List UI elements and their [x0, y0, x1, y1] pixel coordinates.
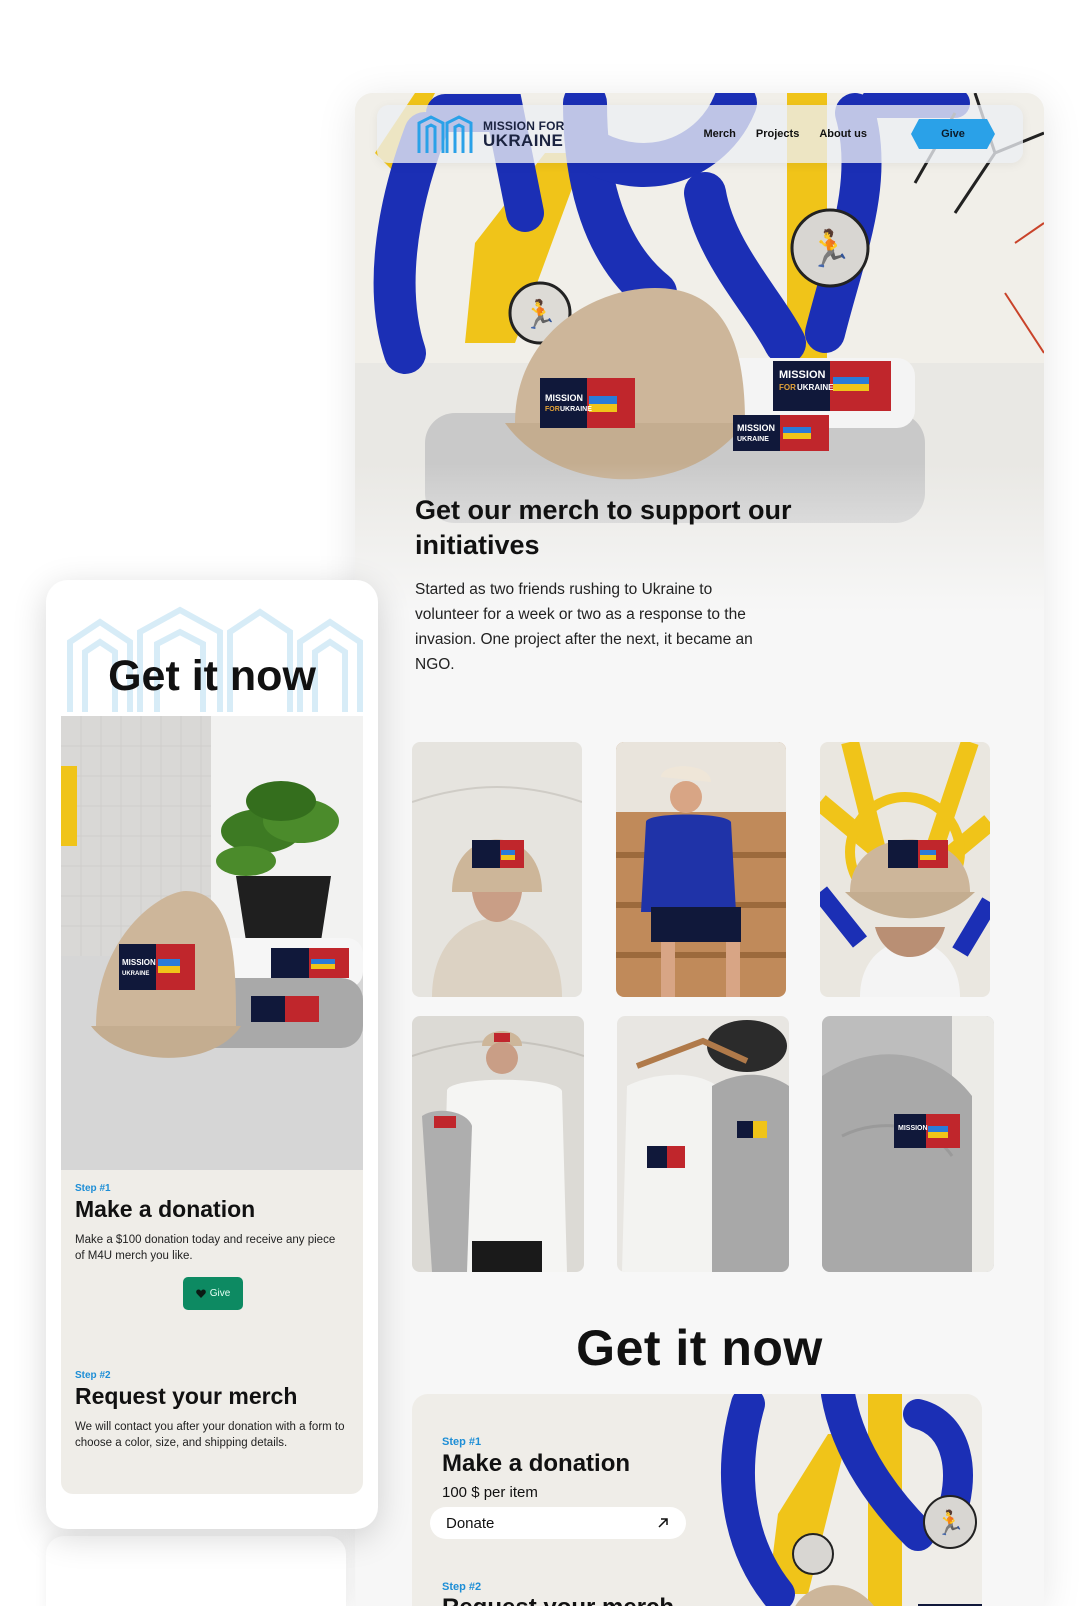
desktop-page: 🏃 🏃 MISSION FOR UKRAINE MISSION FOR UKRA… [355, 93, 1044, 1606]
nav-link-projects[interactable]: Projects [756, 128, 799, 140]
svg-text:UKRAINE: UKRAINE [797, 383, 834, 392]
nav-link-merch[interactable]: Merch [704, 128, 736, 140]
mobile-step1-label: Step #1 [75, 1183, 111, 1194]
step2-title: Request your merch [442, 1594, 674, 1606]
svg-text:MISSION: MISSION [737, 423, 775, 433]
svg-text:🏃: 🏃 [808, 228, 853, 270]
step1-label: Step #1 [442, 1436, 482, 1448]
logo-text-line1: MISSION FOR [483, 118, 565, 133]
gallery-photo-sleeve-patch[interactable]: MISSION [822, 1016, 994, 1272]
merch-gallery: MISSION [412, 742, 994, 1272]
mobile-next-section [46, 1536, 346, 1606]
step2-label: Step #2 [442, 1581, 482, 1593]
hero-description: Started as two friends rushing to Ukrain… [415, 581, 753, 673]
brand-logo[interactable]: MISSION FOR UKRAINE [415, 113, 565, 155]
mobile-step1-title: Make a donation [75, 1196, 256, 1222]
mobile-steps-card: Step #1 Make a donation Make a $100 dona… [61, 1170, 363, 1494]
mobile-get-it-now-heading: Get it now [108, 652, 316, 700]
nav-give-button[interactable]: Give [911, 119, 995, 149]
svg-text:MISSION: MISSION [898, 1125, 928, 1132]
steps-card-image: 🏃 [718, 1394, 982, 1606]
gallery-photo-cap-above[interactable] [820, 742, 990, 997]
donation-steps-card: Step #1 Make a donation 100 $ per item D… [412, 1394, 982, 1606]
svg-text:UKRAINE: UKRAINE [560, 406, 592, 413]
mobile-give-button[interactable]: Give [183, 1277, 243, 1310]
gallery-photo-man-back[interactable] [412, 1016, 584, 1272]
svg-text:MISSION: MISSION [545, 393, 583, 403]
gallery-photo-cap-back[interactable] [412, 742, 582, 997]
mobile-step1-description: Make a $100 donation today and receive a… [75, 1234, 336, 1262]
mission-for-ukraine-logo-icon [417, 115, 473, 153]
mobile-step2-title: Request your merch [75, 1383, 298, 1409]
donate-button-label: Donate [446, 1514, 495, 1532]
mobile-merch-photo: MISSION UKRAINE [61, 716, 363, 1170]
svg-text:MISSION: MISSION [122, 958, 156, 967]
arrow-up-right-icon [658, 1518, 668, 1528]
mobile-page: Get it now MISSION UKRAINE Step #1 Make … [46, 580, 378, 1529]
step1-title: Make a donation [442, 1450, 631, 1477]
mobile-step2-label: Step #2 [75, 1370, 111, 1381]
step1-price: 100 $ per item [442, 1484, 538, 1501]
mobile-give-button-label: Give [209, 1288, 231, 1299]
logo-text-line2: UKRAINE [483, 130, 564, 150]
heart-icon [195, 1289, 206, 1298]
mobile-step2-description: We will contact you after your donation … [75, 1421, 345, 1449]
svg-text:🏃: 🏃 [935, 1509, 965, 1537]
hero-title: Get our merch to support our initiatives [415, 495, 792, 560]
svg-text:MISSION: MISSION [779, 369, 826, 381]
svg-text:UKRAINE: UKRAINE [122, 971, 149, 977]
top-navbar: MISSION FOR UKRAINE Merch Projects About… [377, 105, 1023, 163]
nav-link-about-us[interactable]: About us [819, 128, 867, 140]
gallery-photo-hanging-sweatshirts[interactable] [617, 1016, 789, 1272]
nav-links: Merch Projects About us Give [704, 119, 995, 149]
svg-text:🏃: 🏃 [523, 298, 558, 331]
get-it-now-heading: Get it now [576, 1320, 823, 1376]
gallery-photo-man-sitting[interactable] [616, 742, 786, 997]
svg-text:FOR: FOR [545, 406, 560, 413]
svg-text:FOR: FOR [779, 383, 796, 392]
svg-text:UKRAINE: UKRAINE [737, 436, 769, 443]
donate-button[interactable]: Donate [430, 1507, 686, 1539]
